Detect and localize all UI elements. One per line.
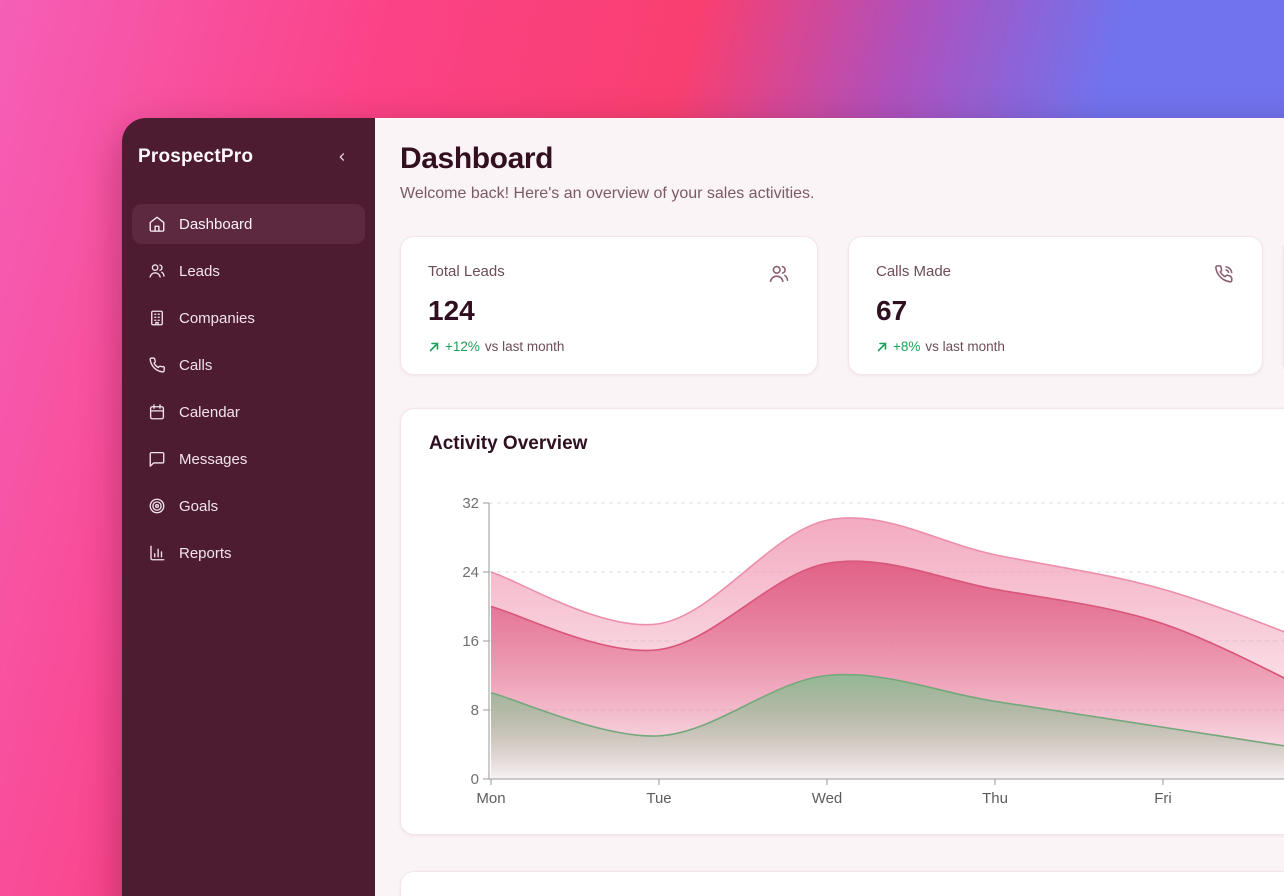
app-window: ProspectPro Dashboard Leads (122, 118, 1284, 896)
home-icon (148, 215, 166, 233)
sidebar: ProspectPro Dashboard Leads (122, 118, 375, 896)
sidebar-item-label: Goals (179, 498, 218, 515)
stat-card-total-leads: Total Leads 124 +12% vs last month (400, 236, 818, 375)
calendar-icon (148, 403, 166, 421)
sidebar-item-label: Calls (179, 357, 212, 374)
trend-up-icon (428, 341, 440, 353)
phone-icon (148, 356, 166, 374)
bottom-card-clipped (400, 871, 1284, 896)
building-icon (148, 309, 166, 327)
sidebar-item-messages[interactable]: Messages (132, 439, 365, 479)
sidebar-item-leads[interactable]: Leads (132, 251, 365, 291)
sidebar-item-label: Companies (179, 310, 255, 327)
stat-delta-note: vs last month (925, 339, 1005, 354)
svg-text:Thu: Thu (982, 790, 1008, 807)
sidebar-item-goals[interactable]: Goals (132, 486, 365, 526)
activity-overview-card: Activity Overview 0 8 16 24 32 Mon Tue Wed Thu Fr… (400, 408, 1284, 835)
app-logo-text: ProspectPro (138, 146, 253, 168)
phone-call-icon (1213, 263, 1235, 285)
message-square-icon (148, 450, 166, 468)
chart-canvas: 0 8 16 24 32 Mon Tue Wed Thu Fri (456, 491, 1284, 826)
sidebar-collapse-button[interactable] (331, 146, 353, 168)
sidebar-item-label: Calendar (179, 404, 240, 421)
svg-text:Fri: Fri (1154, 790, 1172, 807)
page-title: Dashboard (400, 142, 553, 176)
stat-delta-note: vs last month (485, 339, 565, 354)
sidebar-item-label: Leads (179, 263, 220, 280)
stat-delta: +12% (445, 339, 480, 354)
svg-text:Wed: Wed (812, 790, 843, 807)
bar-chart-icon (148, 544, 166, 562)
sidebar-nav: Dashboard Leads Companies Calls (122, 204, 375, 573)
stat-label: Calls Made (876, 263, 951, 280)
stat-card-calls-made: Calls Made 67 +8% vs last month (848, 236, 1263, 375)
stat-delta: +8% (893, 339, 920, 354)
stat-label: Total Leads (428, 263, 505, 280)
sidebar-item-label: Dashboard (179, 216, 252, 233)
chevron-left-icon (335, 150, 349, 164)
trend-up-icon (876, 341, 888, 353)
activity-area-chart: 0 8 16 24 32 Mon Tue Wed Thu Fri (456, 491, 1284, 826)
chart-title: Activity Overview (429, 433, 587, 455)
stat-value: 124 (428, 295, 790, 327)
sidebar-item-label: Messages (179, 451, 247, 468)
sidebar-item-reports[interactable]: Reports (132, 533, 365, 573)
svg-text:Mon: Mon (476, 790, 505, 807)
sidebar-item-dashboard[interactable]: Dashboard (132, 204, 365, 244)
users-round-icon (768, 263, 790, 285)
page-subtitle: Welcome back! Here's an overview of your… (400, 185, 814, 203)
sidebar-item-label: Reports (179, 545, 232, 562)
sidebar-item-calendar[interactable]: Calendar (132, 392, 365, 432)
target-icon (148, 497, 166, 515)
svg-text:24: 24 (462, 564, 479, 581)
sidebar-item-calls[interactable]: Calls (132, 345, 365, 385)
users-icon (148, 262, 166, 280)
svg-text:32: 32 (462, 495, 479, 512)
main-content: Dashboard Welcome back! Here's an overvi… (375, 118, 1284, 896)
stat-value: 67 (876, 295, 1235, 327)
svg-text:8: 8 (471, 702, 479, 719)
page-background: { "app": { "name": "ProspectPro" }, "sid… (0, 0, 1284, 896)
sidebar-item-companies[interactable]: Companies (132, 298, 365, 338)
sidebar-header: ProspectPro (122, 118, 375, 168)
svg-text:0: 0 (471, 771, 479, 788)
svg-text:Tue: Tue (646, 790, 671, 807)
svg-text:16: 16 (462, 633, 479, 650)
